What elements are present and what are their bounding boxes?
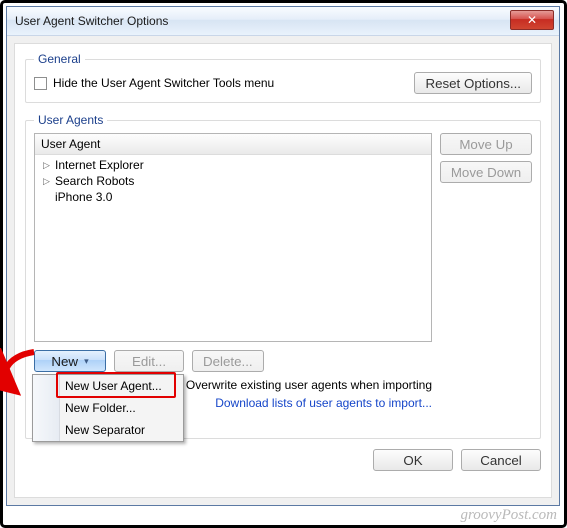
delete-button[interactable]: Delete... [192,350,264,372]
window-title: User Agent Switcher Options [15,14,168,28]
new-button[interactable]: New ▾ [34,350,106,372]
watermark-text: groovyPost.com [460,507,557,524]
expand-icon [43,192,52,202]
ok-button[interactable]: OK [373,449,453,471]
overwrite-checkbox[interactable]: Overwrite existing user agents when impo… [167,378,432,392]
expand-icon: ▷ [43,176,52,187]
list-item[interactable]: iPhone 3.0 [41,189,425,205]
checkbox-icon [34,77,47,90]
list-item[interactable]: ▷ Internet Explorer [41,157,425,173]
overwrite-label: Overwrite existing user agents when impo… [186,378,432,392]
move-down-button[interactable]: Move Down [440,161,532,183]
menu-item-label: New User Agent... [65,379,162,393]
list-item-label: Search Robots [55,174,134,188]
cancel-button[interactable]: Cancel [461,449,541,471]
move-up-button[interactable]: Move Up [440,133,532,155]
title-bar: User Agent Switcher Options ✕ [7,7,559,36]
close-icon: ✕ [527,14,537,26]
list-item-label: Internet Explorer [55,158,144,172]
menu-item-new-user-agent[interactable]: New User Agent... [33,375,183,397]
chevron-down-icon: ▾ [84,356,89,367]
menu-item-label: New Folder... [65,401,136,415]
close-button[interactable]: ✕ [510,10,554,30]
user-agent-list[interactable]: User Agent ▷ Internet Explorer ▷ Search … [34,133,432,342]
new-dropdown-menu: New User Agent... New Folder... New Sepa… [32,374,184,442]
expand-icon: ▷ [43,160,52,171]
menu-item-new-separator[interactable]: New Separator [33,419,183,441]
reset-options-button[interactable]: Reset Options... [414,72,532,94]
new-button-label: New [51,354,78,369]
list-column-header[interactable]: User Agent [35,134,431,155]
dialog-footer: OK Cancel [25,449,541,471]
list-item-label: iPhone 3.0 [55,190,112,204]
list-item[interactable]: ▷ Search Robots [41,173,425,189]
user-agents-legend: User Agents [34,113,107,127]
general-legend: General [34,52,85,66]
download-link[interactable]: Download lists of user agents to import.… [215,396,432,410]
list-body: ▷ Internet Explorer ▷ Search Robots iPho… [35,155,431,207]
hide-tools-menu-label: Hide the User Agent Switcher Tools menu [53,76,274,90]
menu-item-label: New Separator [65,423,145,437]
menu-item-new-folder[interactable]: New Folder... [33,397,183,419]
edit-button[interactable]: Edit... [114,350,184,372]
hide-tools-menu-checkbox[interactable]: Hide the User Agent Switcher Tools menu [34,76,274,90]
general-group: General Hide the User Agent Switcher Too… [25,52,541,103]
